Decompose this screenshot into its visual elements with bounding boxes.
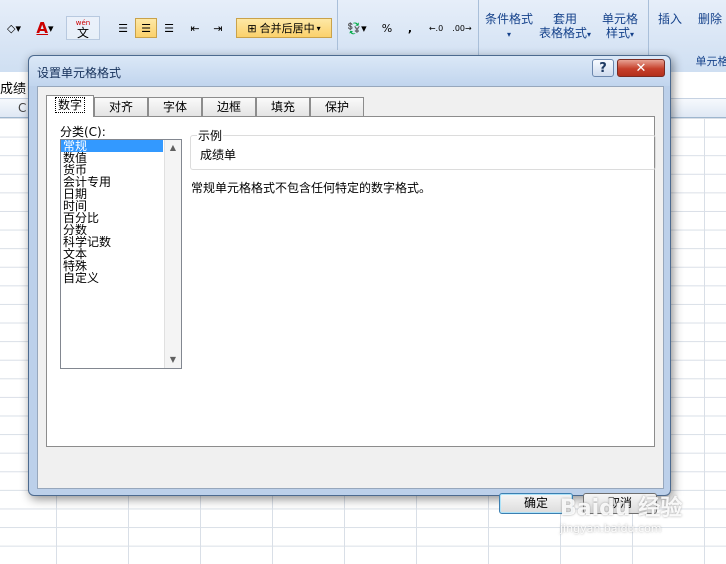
category-item[interactable]: 数值 — [61, 152, 163, 164]
comma-style-button[interactable]: , — [400, 18, 420, 38]
category-item[interactable]: 百分比 — [61, 212, 163, 224]
sample-box — [190, 135, 656, 170]
category-item[interactable]: 科学记数 — [61, 236, 163, 248]
sample-group: 示例 成绩单 — [190, 127, 656, 170]
dialog-titlebar[interactable]: 设置单元格格式 ? ✕ — [29, 56, 670, 86]
category-item[interactable]: 文本 — [61, 248, 163, 260]
tab-protection[interactable]: 保护 — [310, 97, 364, 116]
category-item[interactable]: 时间 — [61, 200, 163, 212]
ribbon-separator — [478, 0, 479, 55]
sample-legend: 示例 — [197, 127, 224, 144]
name-box-text[interactable]: 成绩 — [0, 78, 26, 97]
category-scrollbar[interactable]: ▲ ▼ — [164, 140, 181, 368]
ribbon-separator — [337, 0, 338, 50]
category-list[interactable]: 常规 数值 货币 会计专用 日期 时间 百分比 分数 科学记数 文本 特殊 自定… — [60, 139, 182, 369]
format-cells-dialog: 设置单元格格式 ? ✕ 数字 对齐 字体 边框 填充 保护 分类(C): 常规 … — [28, 55, 671, 514]
percent-style-button[interactable]: % — [376, 18, 398, 38]
font-color-icon: A — [36, 19, 49, 37]
merge-cells-icon: ⊞ — [247, 21, 257, 35]
delete-button[interactable]: 删除 — [692, 12, 726, 26]
chevron-down-icon: ▾ — [316, 23, 321, 33]
cells-group-label: 单元格 — [695, 55, 726, 68]
category-item[interactable]: 日期 — [61, 188, 163, 200]
tab-alignment[interactable]: 对齐 — [94, 97, 148, 116]
increase-decimal-button[interactable]: ←.0 — [424, 18, 448, 38]
tab-border[interactable]: 边框 — [202, 97, 256, 116]
cell-styles-button[interactable]: 单元格 样式▾ — [596, 12, 644, 42]
column-header-c[interactable]: C — [18, 101, 26, 115]
align-right-icon: ☰ — [164, 21, 174, 35]
decrease-decimal-button[interactable]: .00→ — [450, 18, 474, 38]
fill-color-button[interactable]: ◇▾ — [0, 18, 28, 38]
help-icon: ? — [599, 61, 607, 76]
dialog-title: 设置单元格格式 — [37, 66, 122, 80]
align-left-button[interactable]: ☰ — [112, 18, 134, 38]
number-tab-panel: 分类(C): 常规 数值 货币 会计专用 日期 时间 百分比 分数 科学记数 文… — [46, 116, 656, 447]
category-item[interactable]: 分数 — [61, 224, 163, 236]
category-item[interactable]: 特殊 — [61, 260, 163, 272]
help-button[interactable]: ? — [592, 59, 614, 77]
close-button[interactable]: ✕ — [617, 59, 665, 77]
insert-button[interactable]: 插入 — [652, 12, 688, 26]
tab-fill[interactable]: 填充 — [256, 97, 310, 116]
format-as-table-button[interactable]: 套用 表格格式▾ — [536, 12, 594, 42]
dialog-body: 数字 对齐 字体 边框 填充 保护 分类(C): 常规 数值 货币 会计专用 日… — [37, 86, 664, 489]
decrease-indent-icon: ⇤ — [190, 21, 200, 35]
tab-number[interactable]: 数字 — [46, 95, 94, 117]
align-left-icon: ☰ — [118, 21, 128, 35]
format-description: 常规单元格格式不包含任何特定的数字格式。 — [191, 181, 432, 195]
ribbon-separator — [648, 0, 649, 55]
increase-indent-button[interactable]: ⇥ — [207, 18, 229, 38]
tab-font[interactable]: 字体 — [148, 97, 202, 116]
phonetic-button[interactable]: wén 文 — [66, 16, 100, 40]
font-color-button[interactable]: A ▾ — [30, 18, 60, 38]
category-item[interactable]: 货币 — [61, 164, 163, 176]
sample-value: 成绩单 — [200, 148, 237, 162]
category-label: 分类(C): — [60, 125, 106, 139]
merge-center-button[interactable]: ⊞ 合并后居中 ▾ — [236, 18, 332, 38]
align-center-icon: ☰ — [141, 21, 151, 35]
category-item[interactable]: 常规 — [61, 140, 163, 152]
align-center-button[interactable]: ☰ — [135, 18, 157, 38]
chevron-down-icon: ▾ — [506, 30, 511, 39]
accounting-format-button[interactable]: 💱▾ — [342, 18, 372, 38]
baidu-watermark: Baidu 经验 jingyan.baidu.com — [560, 496, 683, 535]
scroll-down-icon[interactable]: ▼ — [165, 352, 181, 368]
currency-icon: 💱▾ — [347, 21, 367, 35]
category-item[interactable]: 自定义 — [61, 272, 163, 284]
decrease-indent-button[interactable]: ⇤ — [184, 18, 206, 38]
increase-indent-icon: ⇥ — [213, 21, 223, 35]
align-right-button[interactable]: ☰ — [158, 18, 180, 38]
scroll-up-icon[interactable]: ▲ — [165, 140, 181, 156]
paint-bucket-icon: ◇▾ — [7, 21, 21, 35]
close-icon: ✕ — [635, 61, 647, 76]
category-item[interactable]: 会计专用 — [61, 176, 163, 188]
conditional-format-button[interactable]: 条件格式 ▾ — [483, 12, 535, 42]
